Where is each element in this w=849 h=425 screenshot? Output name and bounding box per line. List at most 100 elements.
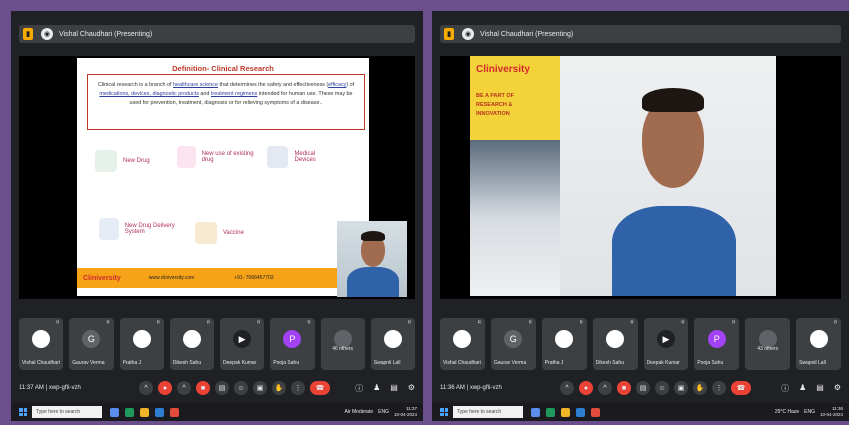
mic-off-icon: ᴿ (106, 321, 110, 327)
participant-tile[interactable]: ᴿ Swapnil Lall (370, 318, 415, 370)
mic-button[interactable]: ● (579, 381, 593, 395)
avatar (182, 330, 201, 348)
slide-item-delivery-system: New Drug Delivery System (99, 218, 189, 240)
emoji-button[interactable]: ☺ (655, 381, 669, 395)
chrome-icon[interactable] (170, 407, 179, 417)
person-body (612, 206, 736, 296)
captions-button[interactable]: ▤ (215, 381, 229, 395)
chevron-up-icon[interactable]: ^ (177, 381, 191, 395)
avatar (555, 330, 574, 348)
mic-off-icon: ᴿ (478, 321, 481, 327)
avatar: G (82, 330, 101, 348)
windows-start-icon[interactable] (440, 408, 448, 416)
participant-tile[interactable]: ᴿ Pratha J (541, 318, 587, 370)
participant-tile[interactable]: ᴿ Vishal Chaudhari (19, 318, 64, 370)
activities-icon[interactable]: ⚙ (408, 383, 415, 394)
presenter-label: Vishal Chaudhari (Presenting) (59, 30, 153, 38)
windows-start-icon[interactable] (19, 408, 27, 416)
chevron-up-icon[interactable]: ^ (598, 381, 612, 395)
edge-icon[interactable] (125, 407, 134, 417)
chat-icon[interactable]: ▤ (390, 383, 398, 394)
meeting-controls: 11:36 AM | xwp-gfti-vzh ^ ● ^ ■ ▤ ☺ ▣ ✋ … (440, 379, 841, 397)
others-tile[interactable]: 46 others (320, 318, 365, 370)
chevron-up-icon[interactable]: ^ (139, 381, 153, 395)
meet-icon: ▮ (23, 28, 33, 40)
present-icon: ◉ (41, 28, 53, 40)
camera-button[interactable]: ■ (617, 381, 631, 395)
presenting-bar: ▮ ◉ Vishal Chaudhari (Presenting) (19, 25, 415, 43)
poster-photo (470, 140, 560, 296)
task-view-icon[interactable] (531, 407, 540, 417)
slide-footer: Cliniversity www.cliniversity.com +91- 7… (77, 268, 369, 288)
mic-off-icon: ᴿ (630, 321, 634, 327)
activities-icon[interactable]: ⚙ (834, 383, 841, 394)
more-options-button[interactable]: ⋮ (712, 381, 726, 395)
end-call-button[interactable]: ☎ (310, 381, 330, 395)
slide-item-new-use: New use of existing drug (177, 146, 257, 168)
chrome-icon[interactable] (591, 407, 600, 417)
mic-off-icon: ᴿ (732, 321, 736, 327)
participant-strip: ᴿ Vishal Chaudhari ᴿ G Gaurav Verma ᴿ Pratha… (19, 318, 415, 370)
store-icon[interactable] (576, 407, 585, 417)
slide-definition: Clinical research is a branch of healthc… (87, 74, 365, 130)
slide-item-new-drug: New Drug (95, 150, 150, 172)
info-icon[interactable]: ⓘ (781, 383, 789, 394)
mic-off-icon: ᴿ (579, 321, 583, 327)
participant-tile[interactable]: ᴿ P Pooja Sahu (270, 318, 315, 370)
avatar (453, 330, 472, 348)
mic-off-icon: ᴿ (56, 321, 60, 327)
people-icon[interactable]: ♟ (799, 383, 806, 394)
participant-tile[interactable]: ᴿ Pratha J (119, 318, 164, 370)
windows-taskbar: Type here to search Air Moderate ENG 11:… (11, 403, 423, 421)
raise-hand-button[interactable]: ✋ (693, 381, 707, 395)
explorer-icon[interactable] (140, 407, 149, 417)
avatar: G (504, 330, 523, 348)
person-hair (361, 231, 385, 241)
mic-button[interactable]: ● (158, 381, 172, 395)
chat-icon[interactable]: ▤ (816, 383, 824, 394)
participant-tile[interactable]: ᴿ Swapnil Lall (796, 318, 841, 370)
taskbar-search[interactable]: Type here to search (453, 406, 523, 418)
footer-url: www.cliniversity.com (148, 275, 195, 281)
person-body (347, 267, 399, 297)
person-hair (642, 88, 704, 112)
mic-off-icon: ᴿ (257, 321, 261, 327)
stethoscope-icon (267, 146, 289, 168)
footer-phone: +91- 7066457703 (234, 275, 274, 281)
participant-tile[interactable]: ᴿ ▶ Deepak Kumar (643, 318, 689, 370)
avatar (32, 330, 51, 348)
participant-tile[interactable]: ᴿ G Gaurav Verma (69, 318, 114, 370)
participant-tile[interactable]: ᴿ Dikesh Sahu (592, 318, 638, 370)
others-tile[interactable]: 43 others (745, 318, 791, 370)
captions-button[interactable]: ▤ (636, 381, 650, 395)
info-icon[interactable]: ⓘ (355, 383, 363, 394)
task-view-icon[interactable] (110, 407, 119, 417)
store-icon[interactable] (155, 407, 164, 417)
edge-icon[interactable] (546, 407, 555, 417)
participant-tile[interactable]: ᴿ Dikesh Sahu (169, 318, 214, 370)
participant-tile[interactable]: ᴿ P Pooja Sahu (694, 318, 740, 370)
present-button[interactable]: ▣ (674, 381, 688, 395)
explorer-icon[interactable] (561, 407, 570, 417)
taskbar-search[interactable]: Type here to search (32, 406, 102, 418)
emoji-button[interactable]: ☺ (234, 381, 248, 395)
people-icon[interactable]: ♟ (373, 383, 380, 394)
raise-hand-button[interactable]: ✋ (272, 381, 286, 395)
participant-tile[interactable]: ᴿ G Gaurav Verma (490, 318, 536, 370)
avatar (383, 330, 402, 348)
present-button[interactable]: ▣ (253, 381, 267, 395)
avatar (132, 330, 151, 348)
camera-button[interactable]: ■ (196, 381, 210, 395)
molecule-icon (95, 150, 117, 172)
end-call-button[interactable]: ☎ (731, 381, 751, 395)
chevron-up-icon[interactable]: ^ (560, 381, 574, 395)
participant-tile[interactable]: ᴿ Vishal Chaudhari (440, 318, 485, 370)
presenter-video-inset (337, 221, 407, 297)
slide: Definition- Clinical Research Clinical r… (77, 58, 369, 296)
more-options-button[interactable]: ⋮ (291, 381, 305, 395)
participant-tile[interactable]: ᴿ ▶ Deepak Kumar (220, 318, 265, 370)
right-meeting-window: ▮ ◉ Vishal Chaudhari (Presenting) Cliniv… (432, 11, 849, 421)
meeting-controls: 11:37 AM | xwp-gfti-vzh ^ ● ^ ■ ▤ ☺ ▣ ✋ … (19, 379, 415, 397)
present-icon: ◉ (462, 28, 474, 40)
mic-off-icon: ᴿ (207, 321, 210, 327)
